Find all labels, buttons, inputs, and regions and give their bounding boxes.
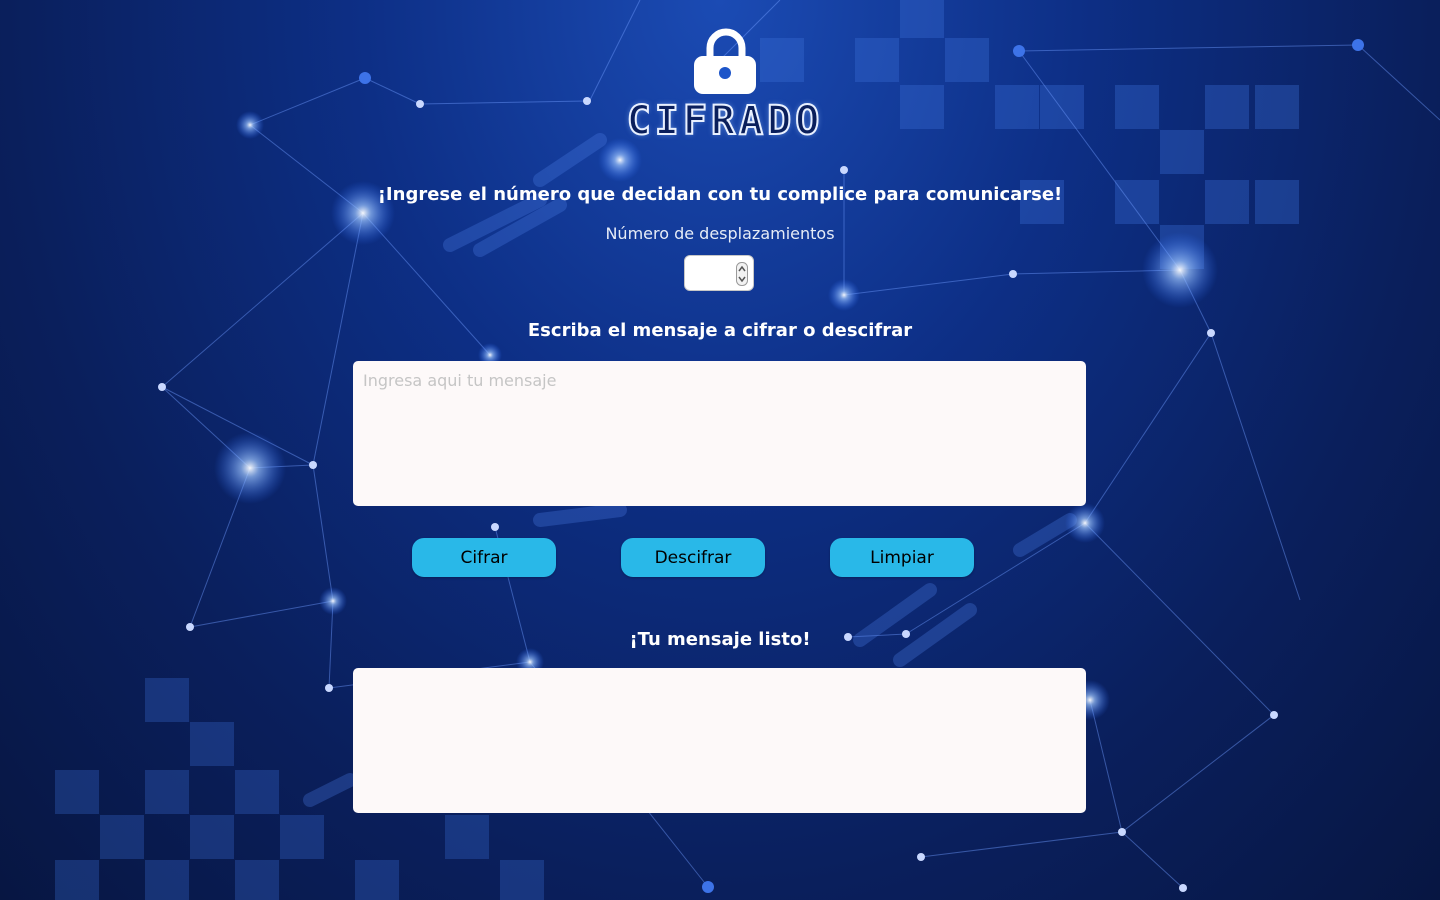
spinner-arrows-icon[interactable]: [736, 262, 748, 286]
encrypt-button[interactable]: Cifrar: [412, 538, 556, 577]
app-container: CIFRADO ¡Ingrese el número que decidan c…: [0, 0, 1440, 900]
result-textarea[interactable]: [353, 668, 1086, 813]
shift-label: Número de desplazamientos: [605, 224, 835, 243]
message-label: Escriba el mensaje a cifrar o descifrar: [527, 320, 913, 341]
decrypt-button[interactable]: Descifrar: [621, 538, 765, 577]
message-placeholder: Ingresa aqui tu mensaje: [363, 371, 557, 390]
shift-number-input[interactable]: [684, 255, 754, 291]
app-logo: CIFRADO: [600, 26, 840, 146]
lock-icon: [694, 28, 756, 94]
intro-text: ¡Ingrese el número que decidan con tu co…: [377, 184, 1063, 205]
message-textarea[interactable]: Ingresa aqui tu mensaje: [353, 361, 1086, 506]
logo-text: CIFRADO: [626, 97, 824, 145]
clear-button[interactable]: Limpiar: [830, 538, 974, 577]
result-label: ¡Tu mensaje listo!: [629, 629, 811, 650]
